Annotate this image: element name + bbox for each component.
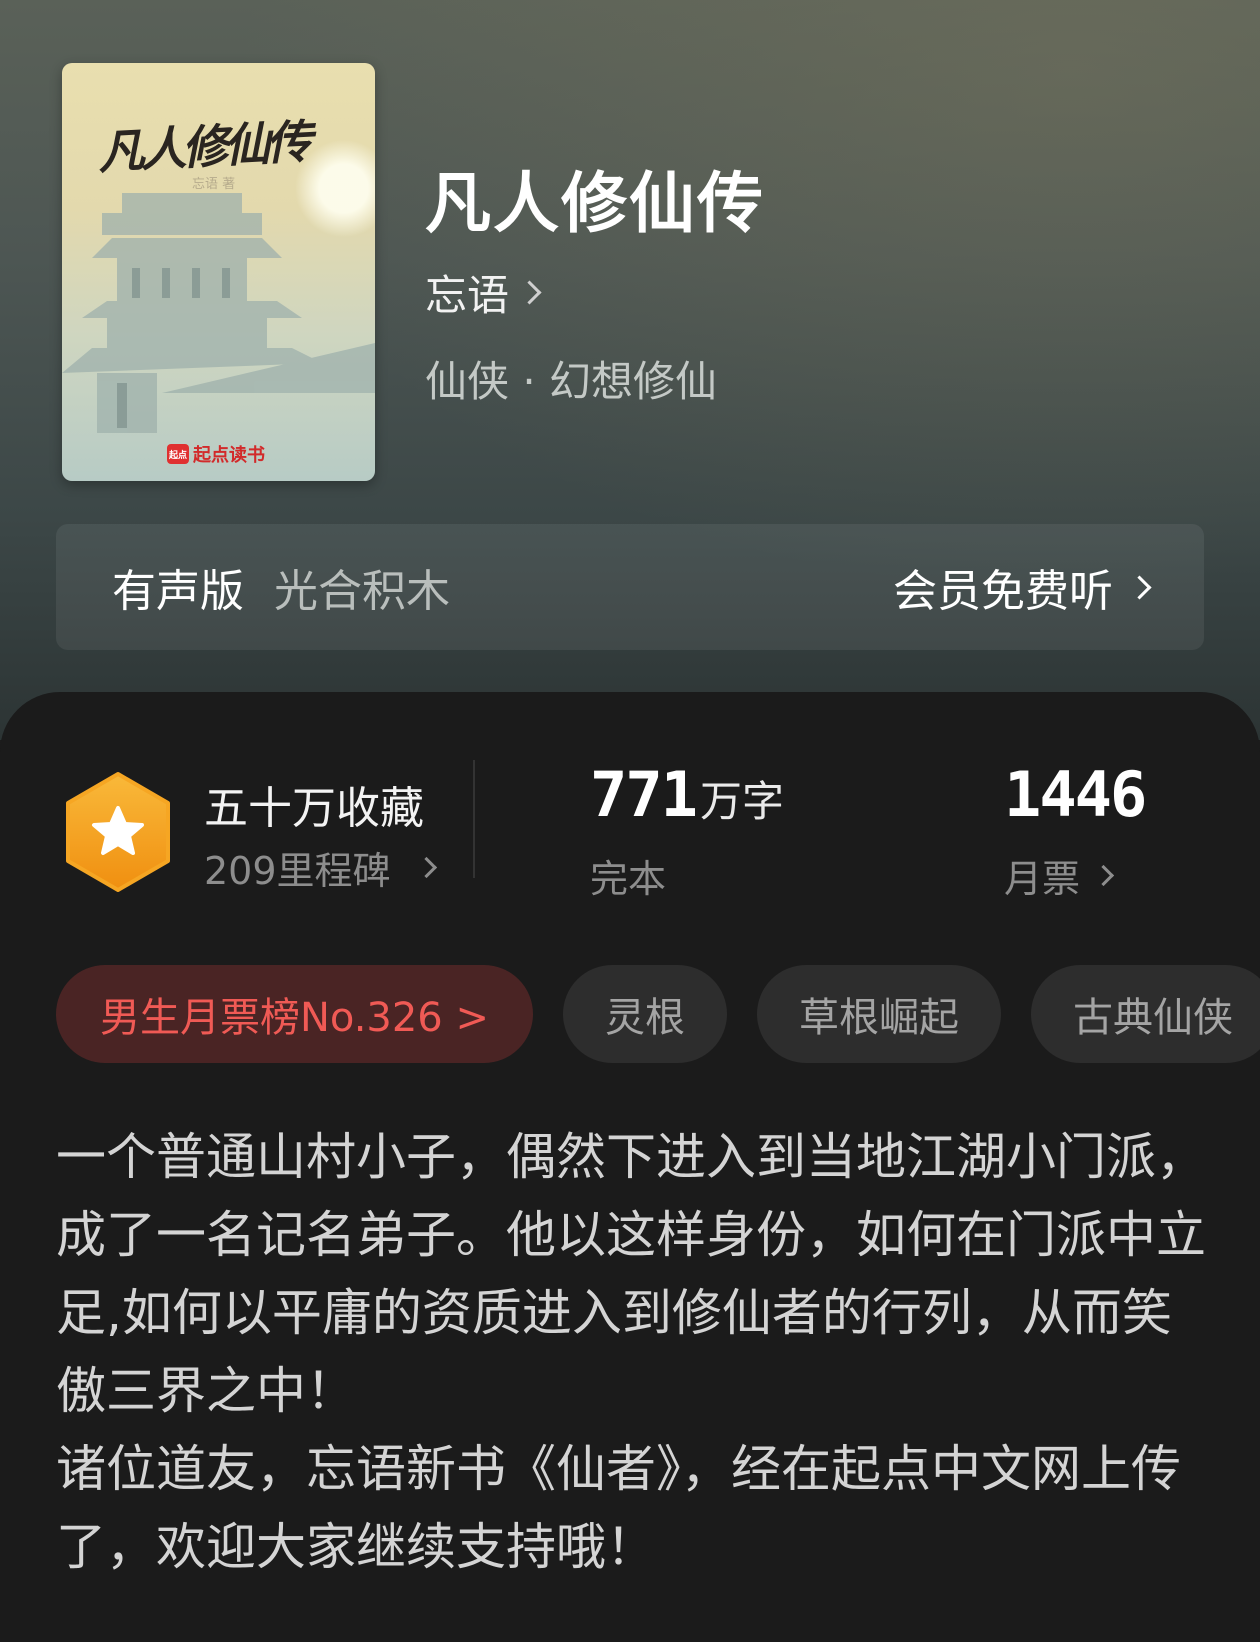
tag-item[interactable]: 灵根 — [562, 965, 727, 1063]
cover-brand-label: 起点读书 — [193, 445, 265, 466]
chevron-right-icon — [415, 856, 437, 879]
monthly-tickets-label: 月票 — [1004, 857, 1081, 901]
tag-item[interactable]: 古典仙侠 — [1030, 965, 1260, 1063]
chevron-right-icon — [517, 280, 542, 305]
qidian-logo-icon: 起点 — [167, 444, 189, 464]
divider — [473, 760, 475, 878]
book-status: 完本 — [590, 857, 667, 901]
chevron-right-icon — [1127, 574, 1152, 600]
word-count-unit: 万字 — [699, 777, 784, 826]
tag-item[interactable]: 草根崛起 — [756, 965, 1001, 1063]
cover-title: 凡人修仙传 — [96, 114, 310, 180]
book-genre: 仙侠 · 幻想修仙 — [425, 357, 718, 406]
tag-rank[interactable]: 男生月票榜No.326 > — [56, 965, 533, 1063]
word-count-number: 771 — [590, 758, 698, 831]
book-title: 凡人修仙传 — [425, 164, 765, 242]
monthly-tickets-link[interactable]: 月票 — [1004, 848, 1115, 903]
book-cover[interactable]: 凡人修仙传 忘语 著 起点 起点读书 — [62, 63, 375, 481]
author-name: 忘语 — [425, 271, 510, 320]
monthly-tickets-number: 1446 — [1004, 758, 1147, 831]
audio-studio: 光合积木 — [274, 566, 450, 617]
audio-label: 有声版 — [112, 566, 244, 617]
favorites-count: 五十万收藏 — [204, 783, 424, 834]
member-listen-label: 会员免费听 — [893, 566, 1113, 617]
member-listen-button[interactable]: 会员免费听 — [893, 555, 1152, 619]
milestones-label: 209里程碑 — [204, 849, 391, 893]
cover-brand: 起点 起点读书 — [167, 441, 265, 467]
audio-version-bar[interactable]: 有声版 光合积木 会员免费听 — [56, 524, 1204, 650]
book-description: 一个普通山村小子，偶然下进入到当地江湖小门派，成了一名记名弟子。他以这样身份，如… — [56, 1128, 1206, 1576]
milestones-link[interactable]: 209里程碑 — [204, 840, 437, 895]
author-link[interactable]: 忘语 — [425, 262, 542, 323]
star-badge-icon — [66, 772, 170, 892]
word-count: 771 万字 — [590, 758, 784, 831]
chevron-right-icon — [1092, 864, 1115, 887]
tag-list: 男生月票榜No.326 > 灵根 草根崛起 古典仙侠 — [56, 965, 1260, 1063]
monthly-tickets: 1446 — [1004, 758, 1147, 831]
cover-author: 忘语 著 — [192, 177, 236, 192]
